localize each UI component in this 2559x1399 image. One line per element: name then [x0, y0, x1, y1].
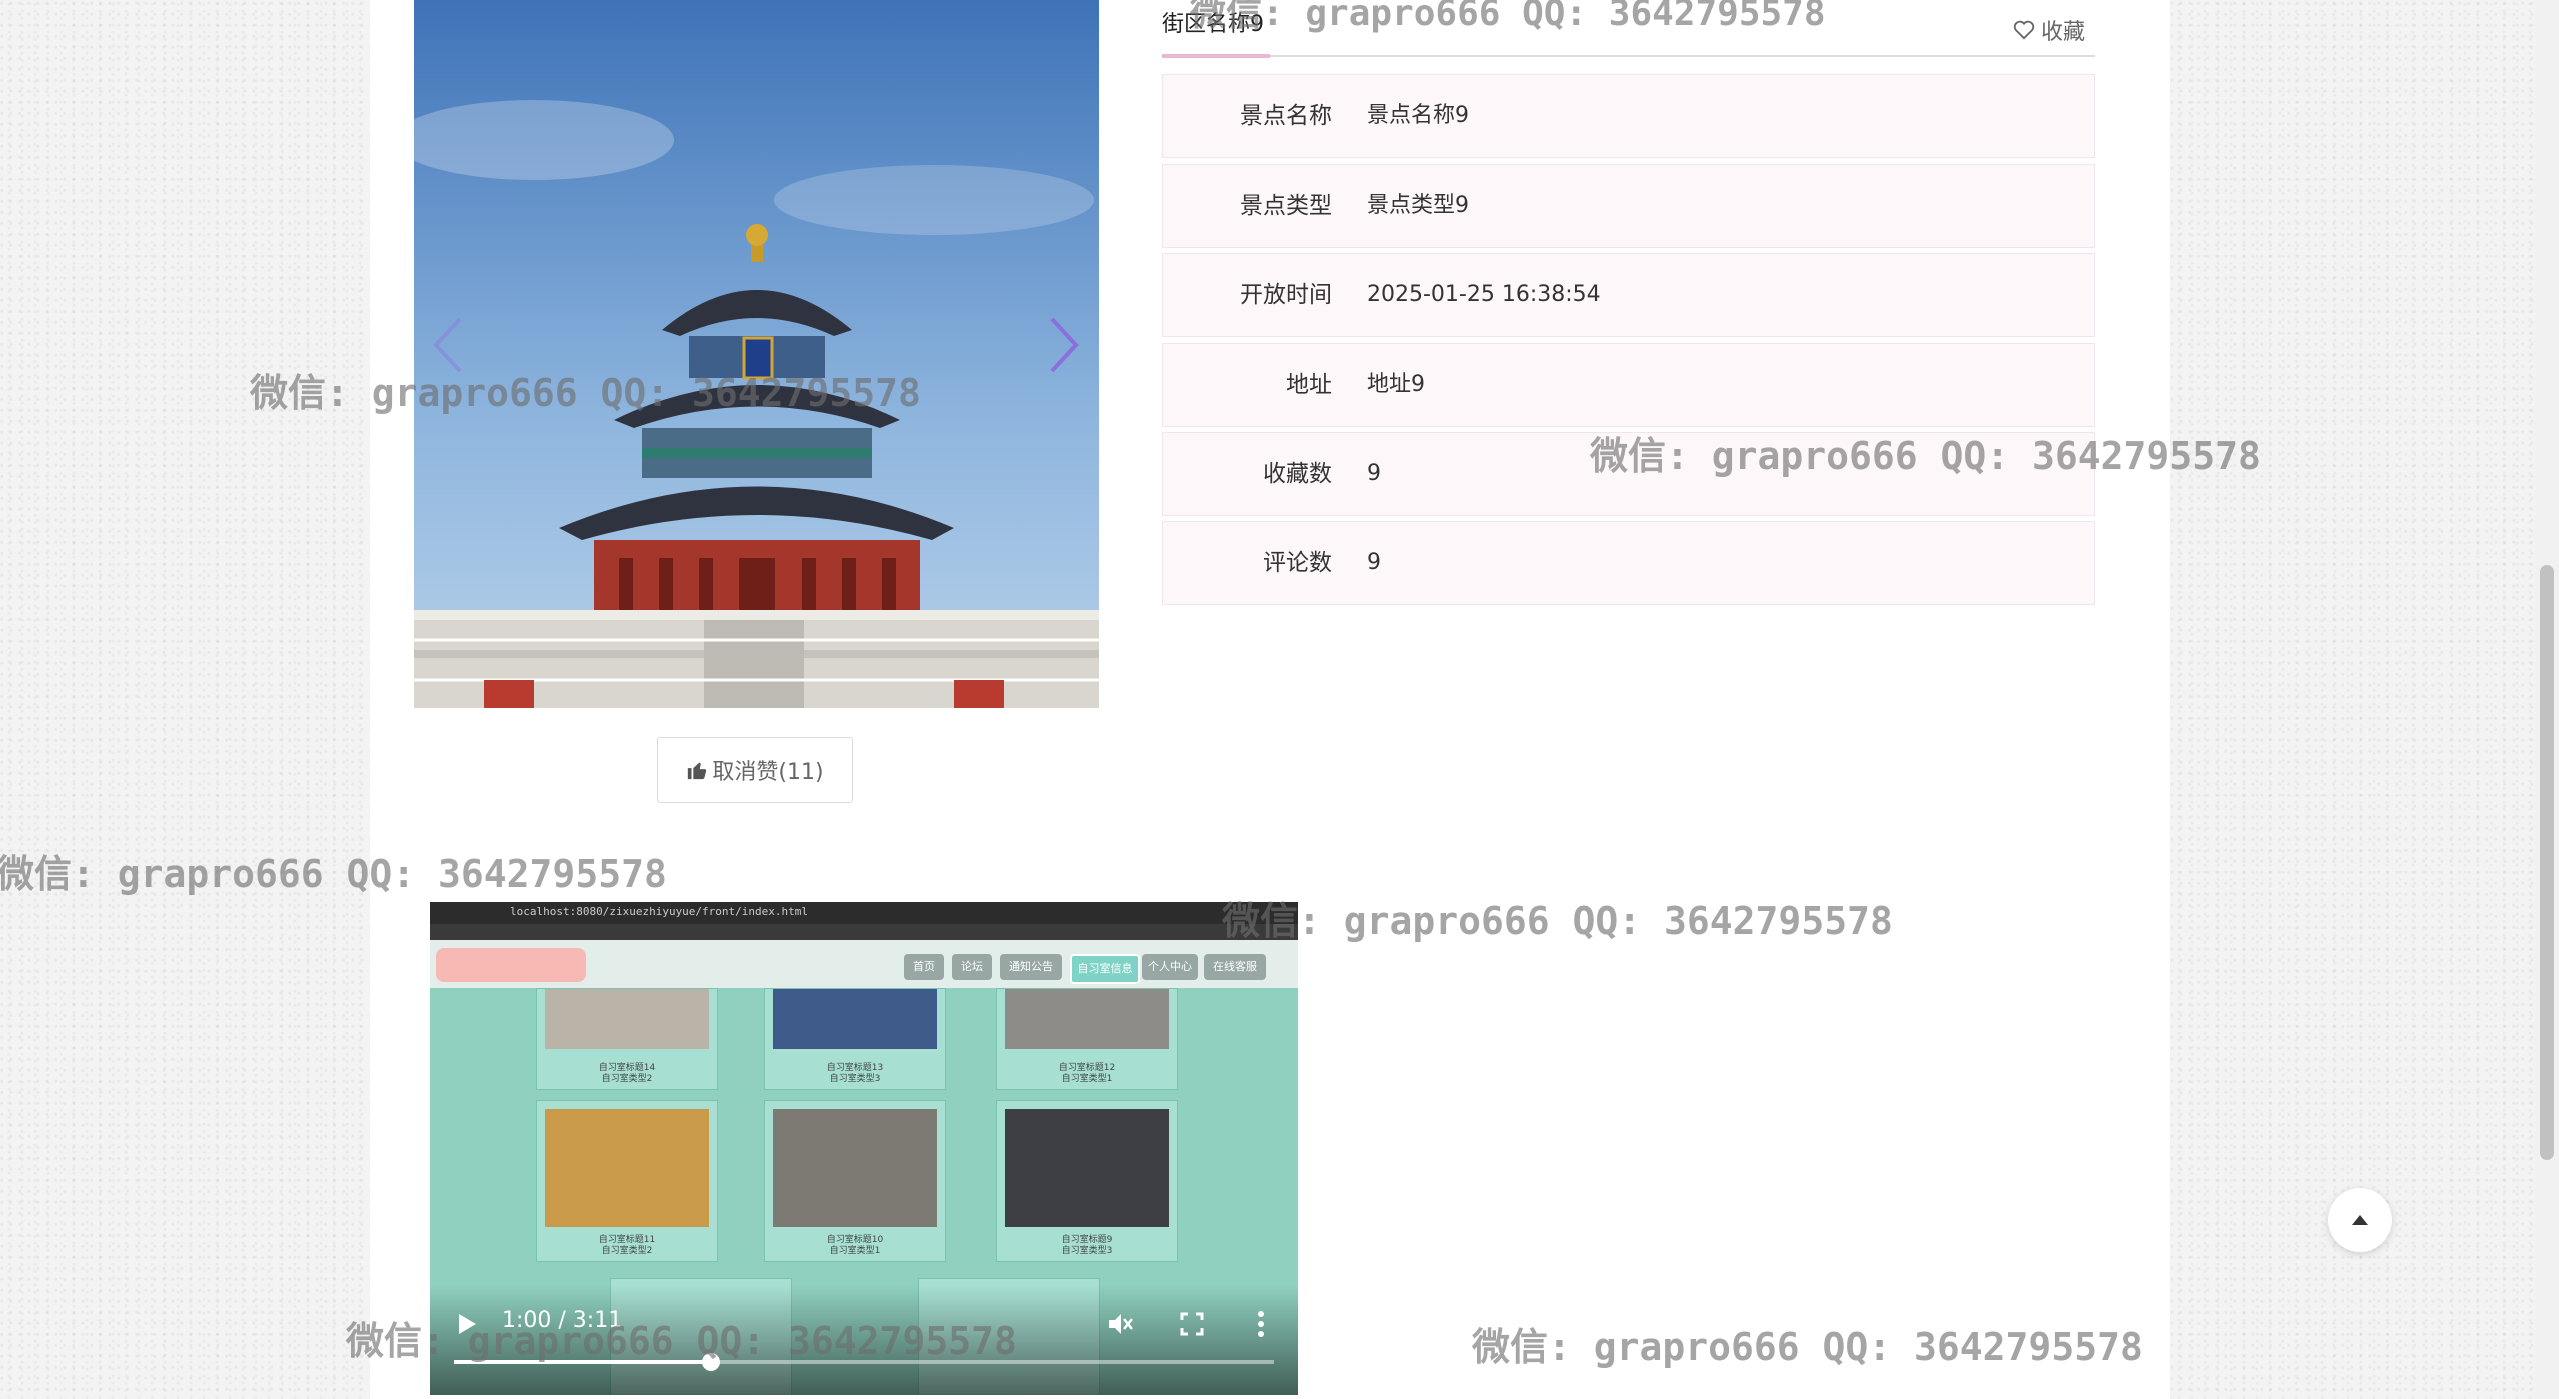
favorite-label: 收藏: [2041, 20, 2086, 45]
video-card-type: 自习室类型3: [1061, 1246, 1113, 1256]
arrow-up-icon: [2352, 1215, 2368, 1225]
info-label: 地址: [1286, 372, 1332, 398]
carousel-next-arrow-icon[interactable]: [1044, 315, 1084, 375]
video-card-type: 自习室类型2: [601, 1246, 653, 1256]
info-label: 景点名称: [1240, 103, 1332, 129]
scrollbar-thumb[interactable]: [2540, 565, 2554, 1160]
video-progress-bar[interactable]: [454, 1353, 1274, 1371]
video-url-text: localhost:8080/zixuezhiyuyue/front/index…: [510, 905, 809, 918]
video-card: 自习室标题14 自习室类型2: [536, 988, 718, 1090]
video-nav-item: 通知公告: [1000, 954, 1062, 980]
carousel-prev-arrow-icon[interactable]: [428, 315, 468, 375]
video-nav-item: 个人中心: [1142, 954, 1198, 980]
info-row-comment-count: 评论数 9: [1162, 521, 2095, 605]
video-card-type: 自习室类型2: [601, 1074, 653, 1084]
video-site-logo: [436, 948, 586, 982]
video-nav-item: 论坛: [952, 954, 992, 980]
video-card-type: 自习室类型1: [829, 1246, 881, 1256]
page-background-left: [0, 0, 370, 1399]
info-row-address: 地址 地址9: [1162, 343, 2095, 427]
page-scrollbar[interactable]: [2535, 0, 2559, 1399]
info-label: 景点类型: [1240, 193, 1332, 219]
video-card: 自习室标题9 自习室类型3: [996, 1100, 1178, 1262]
unlike-button-label: 取消赞(11): [712, 760, 824, 785]
video-card: 自习室标题11 自习室类型2: [536, 1100, 718, 1262]
video-bookmarks-bar: [430, 924, 1298, 940]
title-accent-bar: [1162, 54, 1270, 58]
detail-title: 街区名称9: [1162, 12, 1264, 37]
fullscreen-icon[interactable]: [1180, 1312, 1204, 1336]
video-nav-item: 自习室信息: [1070, 954, 1140, 984]
title-divider: [1162, 55, 2095, 57]
info-value: 地址9: [1367, 372, 1425, 397]
video-card: 自习室标题12 自习室类型1: [996, 988, 1178, 1090]
video-progress-fill: [454, 1360, 712, 1364]
info-label: 评论数: [1263, 550, 1332, 576]
video-card-type: 自习室类型3: [829, 1074, 881, 1084]
video-card: 自习室标题13 自习室类型3: [764, 988, 946, 1090]
video-card-title: 自习室标题13: [826, 1063, 884, 1073]
info-value: 景点类型9: [1367, 193, 1469, 218]
video-nav-item: 首页: [904, 954, 944, 980]
video-browser-toolbar: localhost:8080/zixuezhiyuyue/front/index…: [430, 902, 1298, 924]
image-carousel[interactable]: [414, 0, 1099, 708]
video-card-type: 自习室类型1: [1061, 1074, 1113, 1084]
video-card-title: 自习室标题9: [1061, 1235, 1113, 1245]
heart-icon: [2013, 20, 2035, 40]
info-row-favorite-count: 收藏数 9: [1162, 432, 2095, 516]
thumbs-up-icon: [688, 762, 707, 780]
info-row-open-time: 开放时间 2025-01-25 16:38:54: [1162, 253, 2095, 337]
video-controls-overlay: [430, 1285, 1298, 1395]
video-player[interactable]: localhost:8080/zixuezhiyuyue/front/index…: [430, 902, 1298, 1395]
info-label: 收藏数: [1263, 461, 1332, 487]
video-card: 自习室标题10 自习室类型1: [764, 1100, 946, 1262]
play-icon[interactable]: [456, 1312, 478, 1336]
unlike-button[interactable]: 取消赞(11): [657, 737, 853, 803]
video-time-display: 1:00 / 3:11: [502, 1308, 623, 1333]
info-label: 开放时间: [1240, 282, 1332, 308]
mute-icon[interactable]: [1106, 1310, 1134, 1338]
video-card-title: 自习室标题14: [598, 1063, 656, 1073]
favorite-button[interactable]: 收藏: [2013, 14, 2085, 46]
temple-photo: [414, 0, 1099, 708]
info-value: 9: [1367, 461, 1381, 486]
video-card-title: 自习室标题12: [1058, 1063, 1116, 1073]
back-to-top-button[interactable]: [2328, 1188, 2392, 1252]
info-value: 景点名称9: [1367, 103, 1469, 128]
info-row-type: 景点类型 景点类型9: [1162, 164, 2095, 248]
info-row-name: 景点名称 景点名称9: [1162, 74, 2095, 158]
video-nav-item: 在线客服: [1204, 954, 1266, 980]
info-value: 9: [1367, 550, 1381, 575]
info-value: 2025-01-25 16:38:54: [1367, 282, 1601, 307]
video-card-title: 自习室标题11: [598, 1235, 656, 1245]
more-options-icon[interactable]: [1256, 1310, 1266, 1338]
video-card-title: 自习室标题10: [826, 1235, 884, 1245]
